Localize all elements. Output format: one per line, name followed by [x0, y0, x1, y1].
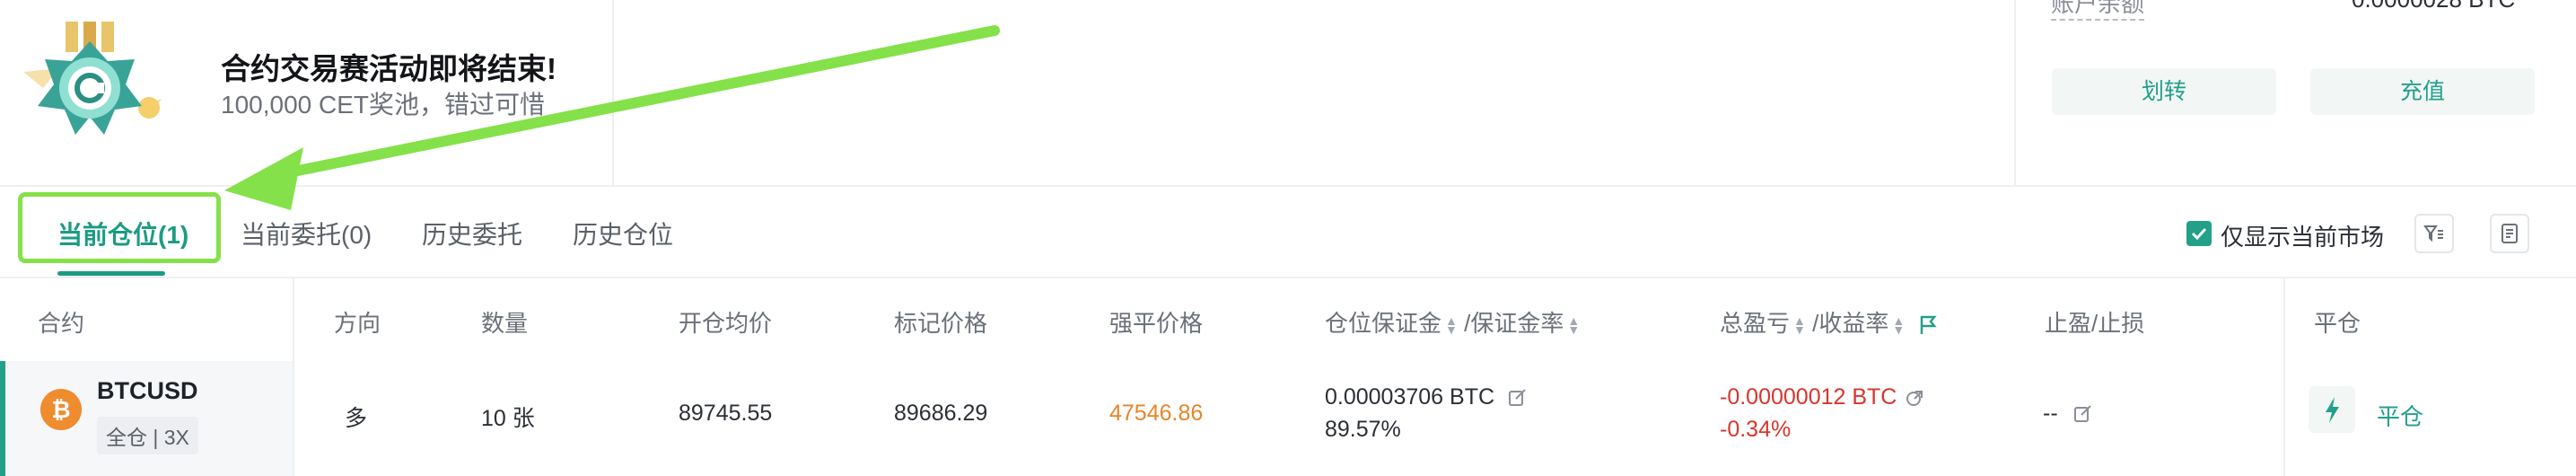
annotation-arrow [224, 25, 1000, 210]
